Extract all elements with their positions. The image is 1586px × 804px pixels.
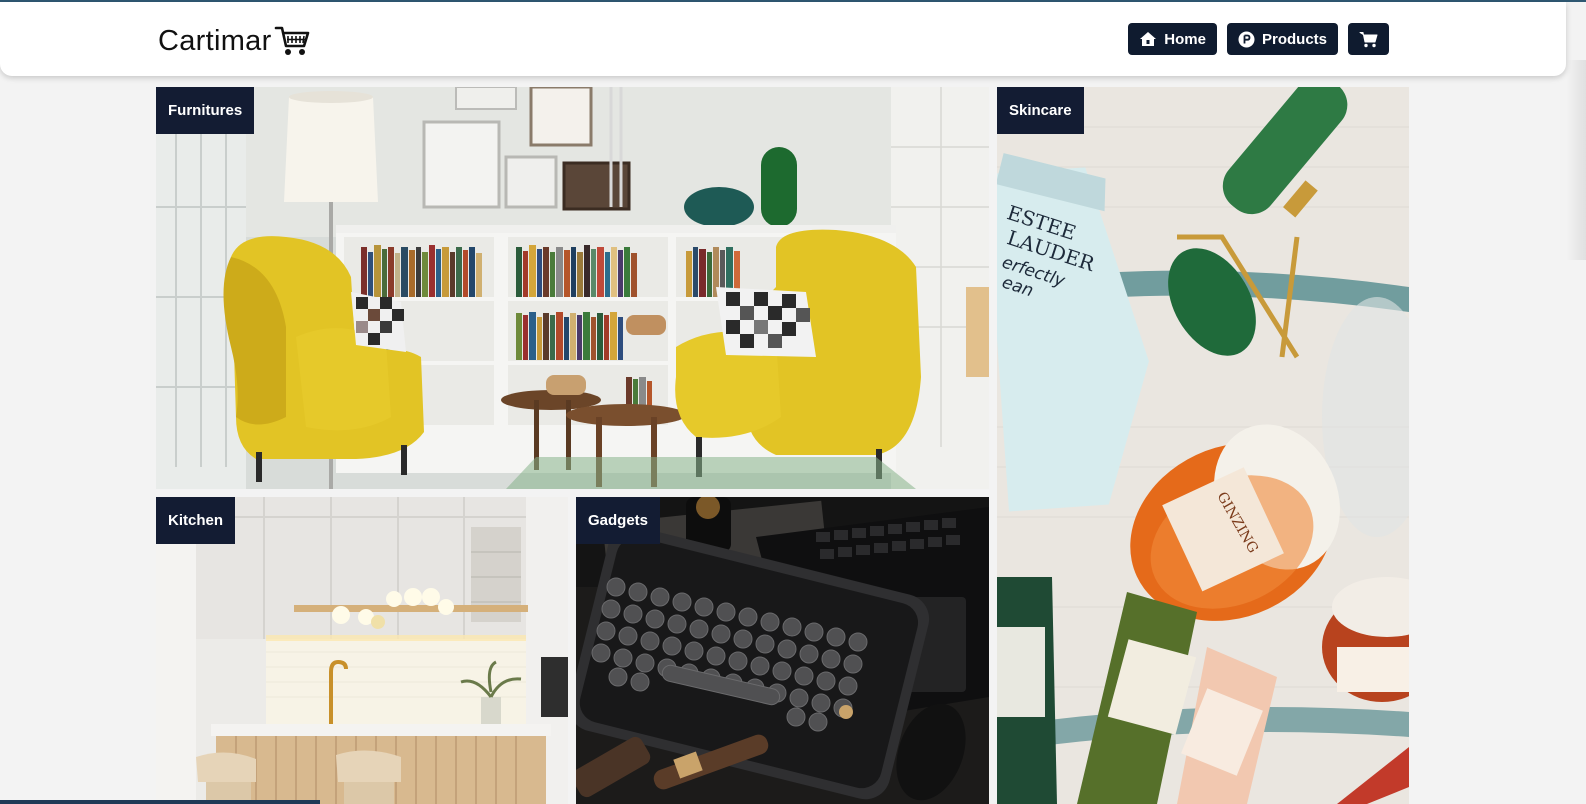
scrollbar-track bbox=[1566, 60, 1586, 260]
category-furnitures-tile[interactable]: Furnitures bbox=[156, 87, 989, 489]
category-gadgets-tile[interactable]: Gadgets bbox=[576, 497, 989, 804]
products-label: Products bbox=[1261, 30, 1327, 48]
product-badge-icon bbox=[1238, 31, 1255, 47]
cart-icon bbox=[1359, 31, 1378, 47]
main-nav: Home Products bbox=[1128, 23, 1389, 55]
category-skincare-tile[interactable]: ESTEE LAUDER erfectly ean GINZING Skinca… bbox=[997, 87, 1409, 804]
category-kitchen-tile[interactable]: Kitchen bbox=[156, 497, 568, 804]
brand-logo[interactable]: Cartimar bbox=[158, 24, 310, 58]
skincare-image: ESTEE LAUDER erfectly ean GINZING bbox=[997, 87, 1409, 804]
home-button[interactable]: Home bbox=[1128, 23, 1217, 55]
brand-name: Cartimar bbox=[158, 24, 272, 57]
category-label-gadgets: Gadgets bbox=[576, 497, 661, 544]
category-label-skincare: Skincare bbox=[997, 87, 1084, 134]
cart-button[interactable] bbox=[1348, 23, 1389, 55]
bottom-accent-bar bbox=[0, 800, 320, 804]
category-label-furnitures: Furnitures bbox=[156, 87, 255, 134]
furnitures-image bbox=[156, 87, 989, 489]
category-label-kitchen: Kitchen bbox=[156, 497, 236, 544]
products-button[interactable]: Products bbox=[1226, 23, 1338, 55]
home-label: Home bbox=[1164, 30, 1206, 48]
shopping-cart-icon bbox=[274, 26, 309, 55]
home-icon bbox=[1140, 32, 1157, 46]
site-header: Cartimar Home Products bbox=[0, 2, 1566, 76]
